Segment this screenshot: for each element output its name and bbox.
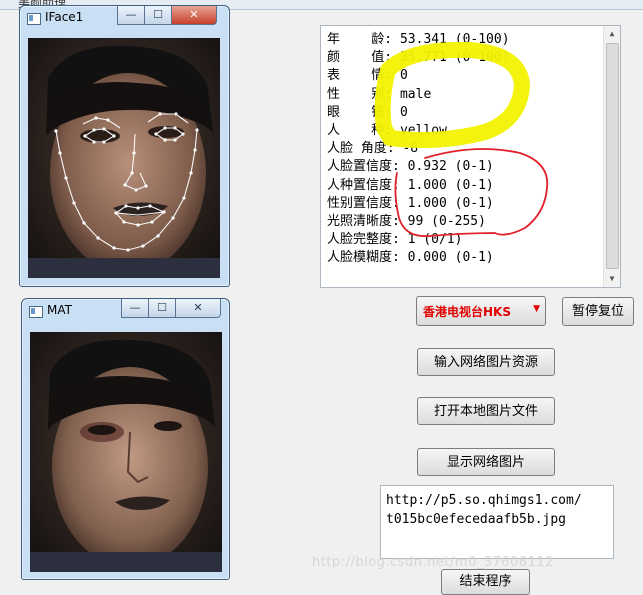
face-photo-with-landmarks <box>28 38 220 278</box>
maximize-button[interactable]: ☐ <box>144 6 172 25</box>
iface-titlebar[interactable]: IFace1 — ☐ ✕ <box>20 6 229 32</box>
scroll-up-arrow-icon[interactable]: ▲ <box>604 26 620 42</box>
info-line-blur: 人脸模糊度: 0.000 (0-1) <box>327 250 494 266</box>
minimize-button[interactable]: — <box>117 6 145 25</box>
close-button[interactable]: ✕ <box>175 299 221 318</box>
face-photo <box>30 332 222 572</box>
minimize-button[interactable]: — <box>121 299 149 318</box>
face-info-textbox[interactable]: 年 龄: 53.341 (0-100) 颜 值: 35.771 (0-100) … <box>320 25 621 288</box>
info-line-race-confidence: 人种置信度: 1.000 (0-1) <box>327 177 494 193</box>
iface-window[interactable]: IFace1 — ☐ ✕ <box>19 5 230 287</box>
info-scrollbar[interactable]: ▲ ▼ <box>603 26 620 287</box>
info-line-gender-confidence: 性别置信度: 1.000 (0-1) <box>327 195 494 211</box>
close-button[interactable]: ✕ <box>171 6 217 25</box>
info-line-illumination: 光照清晰度: 99 (0-255) <box>327 213 486 229</box>
info-line-completeness: 人脸完整度: 1 (0/1) <box>327 232 463 248</box>
scroll-thumb[interactable] <box>606 43 619 269</box>
mat-image-canvas <box>30 332 222 572</box>
scroll-down-arrow-icon[interactable]: ▼ <box>604 271 620 287</box>
watermark: http://blog.csdn.net/m0_37606112 <box>312 555 554 570</box>
end-program-button[interactable]: 结束程序 <box>441 569 530 595</box>
input-network-image-button[interactable]: 输入网络图片资源 <box>417 348 555 376</box>
mat-titlebar[interactable]: MAT — ☐ ✕ <box>22 299 229 325</box>
open-local-image-button[interactable]: 打开本地图片文件 <box>417 397 555 425</box>
channel-select[interactable]: 香港电视台HKS ▼ <box>416 296 546 326</box>
show-network-image-button[interactable]: 显示网络图片 <box>417 448 555 476</box>
chevron-down-icon[interactable]: ▼ <box>533 304 540 314</box>
url-text: http://p5.so.qhimgs1.com/ t015bc0efeceda… <box>386 493 582 527</box>
info-line-expression: 表 情: 0 <box>327 68 408 84</box>
face-info-lines: 年 龄: 53.341 (0-100) 颜 值: 35.771 (0-100) … <box>327 31 510 267</box>
window-icon <box>27 13 41 25</box>
mat-window[interactable]: MAT — ☐ ✕ <box>21 298 230 580</box>
info-line-face-angle: 人脸 角度: -8 <box>327 141 419 157</box>
info-line-race: 人 种: yellow <box>327 122 447 138</box>
iface-window-title: IFace1 <box>45 10 84 24</box>
maximize-button[interactable]: ☐ <box>148 299 176 318</box>
url-textbox[interactable]: http://p5.so.qhimgs1.com/ t015bc0efeceda… <box>380 485 614 559</box>
info-line-gender: 性 别: male <box>327 86 432 102</box>
channel-select-value: 香港电视台HKS <box>423 305 511 319</box>
info-line-age: 年 龄: 53.341 (0-100) <box>327 32 510 47</box>
iface-image-canvas <box>28 38 220 278</box>
info-line-beauty: 颜 值: 35.771 (0-100) <box>327 50 510 66</box>
window-icon <box>29 306 43 318</box>
pause-reset-button[interactable]: 暂停复位 <box>562 297 634 326</box>
mat-window-title: MAT <box>47 303 72 317</box>
info-line-glasses: 眼 镜: 0 <box>327 104 408 120</box>
info-line-face-confidence: 人脸置信度: 0.932 (0-1) <box>327 159 494 175</box>
